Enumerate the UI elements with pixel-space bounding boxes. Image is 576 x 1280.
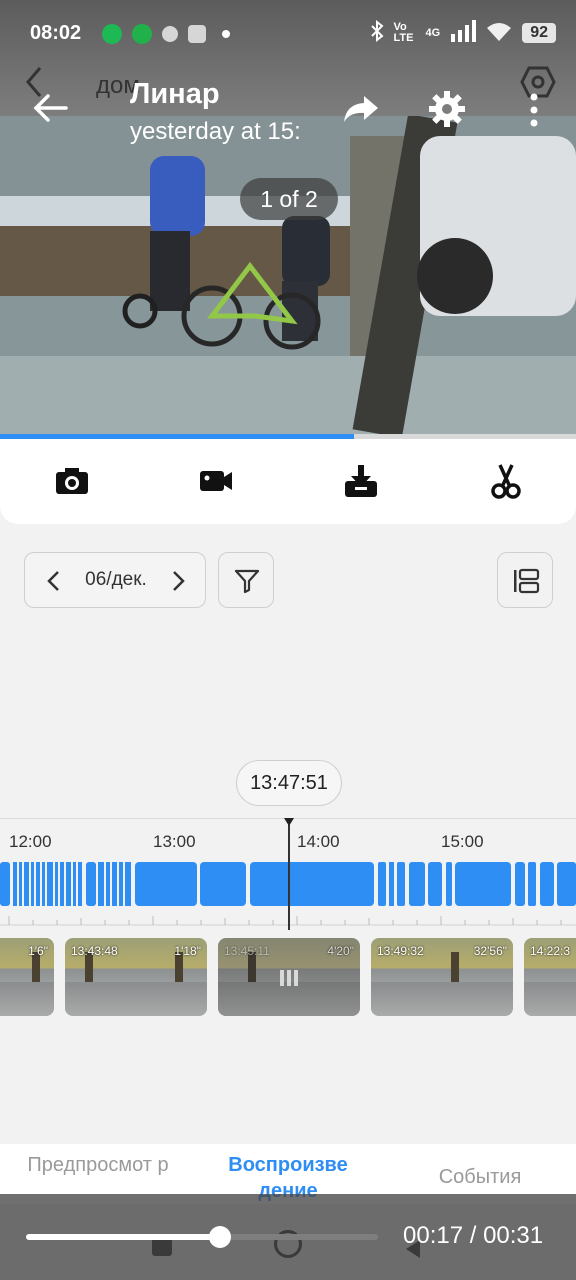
current-time-bubble: 13:47:51 (236, 760, 342, 806)
list-layout-icon (512, 568, 540, 599)
video-record-icon[interactable] (198, 463, 234, 499)
thumbnail-road (0, 982, 54, 1016)
timeline-hour-label: 13:00 (153, 832, 196, 851)
clip-thumbnail[interactable]: 13:43:48 1'18" (65, 938, 207, 1016)
seek-bar[interactable] (26, 1226, 378, 1248)
grid-app-icon (162, 26, 178, 42)
clip-start-time: 14:22:3 (530, 944, 571, 958)
seek-knob[interactable] (208, 1226, 231, 1248)
clip-thumbnail[interactable]: 14:22:3 (524, 938, 576, 1016)
video-frame[interactable] (0, 116, 576, 436)
thumbnail-road (65, 982, 207, 1016)
thumbnail-road (524, 982, 576, 1016)
more-vert-icon[interactable] (524, 92, 544, 128)
status-bar: 08:02 Vo LTE 4G 92 (0, 0, 576, 64)
media-player-controls: 00:17 / 00:31 (0, 1194, 576, 1280)
chevron-right-icon[interactable] (167, 569, 189, 593)
sender-name: Линар (130, 78, 220, 110)
wifi-icon (486, 20, 512, 45)
share-icon[interactable] (342, 90, 380, 128)
back-arrow-icon[interactable] (30, 88, 70, 128)
filter-icon (234, 568, 260, 599)
scissors-icon[interactable] (488, 463, 524, 499)
media-counter: 1 of 2 (240, 178, 338, 220)
volte-label: Vo LTE (393, 20, 414, 44)
shield-app-icon (132, 24, 152, 44)
status-right-group: Vo LTE 4G 92 (370, 19, 556, 45)
tab-events[interactable]: События (402, 1164, 558, 1190)
download-icon[interactable] (343, 463, 379, 499)
clip-start-time: 13:45:11 (224, 944, 270, 958)
tab-preview[interactable]: Предпросмот р (20, 1152, 176, 1178)
clip-duration: 32'56" (473, 944, 507, 958)
spotify-icon (102, 24, 122, 44)
message-timestamp: yesterday at 15: (130, 118, 301, 145)
status-time: 08:02 (30, 22, 82, 44)
timeline-cursor-marker (284, 818, 294, 826)
clip-start-time: 13:49:32 (377, 944, 424, 958)
clip-thumbnail-active[interactable]: 13:45:11 4'20" (218, 938, 360, 1016)
clip-start-time: 13:43:48 (71, 944, 118, 958)
network-label: 4G (425, 26, 441, 39)
pause-icon (278, 968, 300, 993)
filter-button[interactable] (218, 552, 274, 608)
nav-recents-icon (152, 1238, 172, 1256)
timeline-hour-label: 12:00 (9, 832, 52, 851)
timeline-hour-label: 14:00 (297, 832, 340, 851)
camera-icon[interactable] (54, 463, 90, 499)
date-navigator: 06/дек. (24, 552, 206, 608)
seek-bar-fill (26, 1234, 220, 1240)
clip-duration: 1'6" (28, 944, 48, 958)
thumbnail-tree (451, 952, 459, 982)
bluetooth-icon (370, 19, 384, 45)
clip-duration: 1'18" (174, 944, 201, 958)
timeline-hour-label: 15:00 (441, 832, 484, 851)
playback-time: 00:17 / 00:31 (403, 1222, 544, 1249)
signal-icon (450, 20, 477, 45)
notification-app-icon (188, 25, 206, 43)
battery-indicator: 92 (522, 22, 556, 43)
gear-icon[interactable] (428, 90, 466, 128)
layout-toggle-button[interactable] (497, 552, 553, 608)
clip-thumbnail[interactable]: 13:49:32 32'56" (371, 938, 513, 1016)
clip-thumbnail[interactable]: 1'6" (0, 938, 54, 1016)
screen: 08:02 Vo LTE 4G 92 дом Линар yesterday a… (0, 0, 576, 1280)
video-image (0, 116, 576, 436)
clip-duration: 4'20" (327, 944, 354, 958)
more-notifications-icon (222, 30, 230, 38)
action-bar (0, 439, 576, 524)
thumbnail-road (371, 982, 513, 1016)
timeline-cursor[interactable] (288, 820, 290, 930)
